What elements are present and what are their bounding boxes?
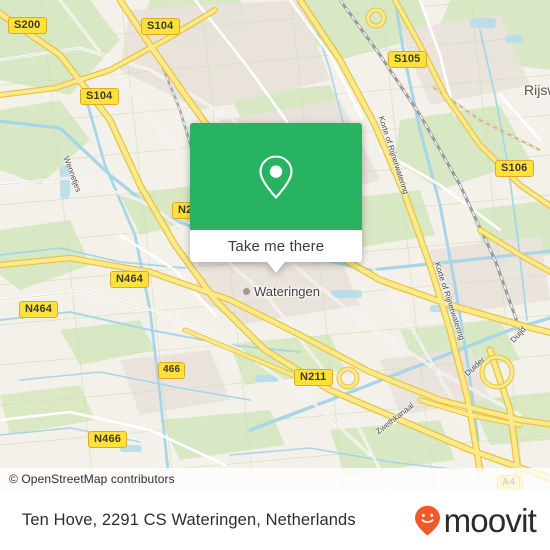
moovit-map-page: Wateringen Rijsw Wennetjes Korte of Rijn…	[0, 0, 550, 550]
road-shield-466[interactable]: 466	[158, 362, 186, 379]
map-pin-icon	[259, 154, 293, 199]
city-marker-wateringen[interactable]: Wateringen	[243, 284, 320, 299]
road-shield-s105[interactable]: S105	[388, 51, 427, 68]
road-shield-s104-top[interactable]: S104	[141, 18, 180, 35]
road-shield-n464-mid[interactable]: N464	[110, 271, 150, 288]
map-attribution-bar: © OpenStreetMap contributors	[0, 468, 550, 490]
footer-bar: Ten Hove, 2291 CS Wateringen, Netherland…	[0, 490, 550, 550]
location-popup-card[interactable]: Take me there	[190, 123, 362, 273]
city-dot-icon	[243, 288, 250, 295]
road-shield-s106[interactable]: S106	[495, 160, 534, 177]
moovit-pin-icon	[414, 505, 440, 535]
popup-tail-pointer	[267, 262, 285, 273]
map-viewport[interactable]: Wateringen Rijsw Wennetjes Korte of Rijn…	[0, 0, 550, 490]
take-me-there-button[interactable]: Take me there	[228, 238, 324, 255]
city-label: Wateringen	[254, 284, 320, 299]
road-shield-n466[interactable]: N466	[88, 431, 128, 448]
address-text: Ten Hove, 2291 CS Wateringen, Netherland…	[22, 510, 356, 529]
moovit-logo[interactable]: moovit	[414, 501, 537, 539]
popup-cta-panel[interactable]: Take me there	[190, 230, 362, 262]
openstreetmap-attribution[interactable]: © OpenStreetMap contributors	[0, 472, 175, 486]
moovit-wordmark: moovit	[443, 501, 537, 539]
road-shield-n211[interactable]: N211	[294, 369, 333, 386]
road-shield-s200[interactable]: S200	[8, 17, 47, 34]
popup-icon-panel	[190, 123, 362, 230]
road-shield-n464-left[interactable]: N464	[19, 301, 59, 318]
place-label-rijswijk: Rijsw	[524, 82, 550, 98]
road-shield-s104-left[interactable]: S104	[80, 88, 119, 105]
